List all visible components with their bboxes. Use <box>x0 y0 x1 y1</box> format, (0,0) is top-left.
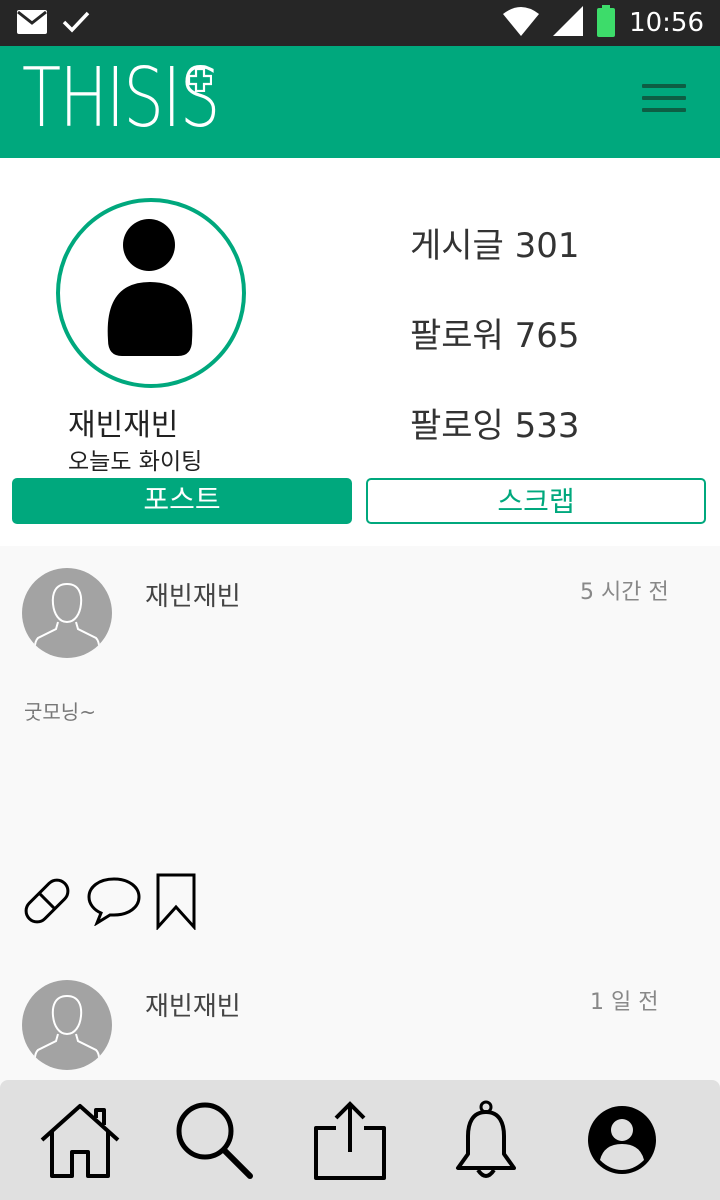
tab-scrap[interactable]: 스크랩 <box>366 478 706 524</box>
app-header: THISIS <box>0 46 720 158</box>
post-time: 1 일 전 <box>590 990 659 1015</box>
signal-icon <box>553 6 584 40</box>
bell-icon[interactable] <box>444 1098 528 1182</box>
wifi-icon <box>503 6 540 40</box>
user-avatar[interactable] <box>22 980 112 1070</box>
feed-post: 재빈재빈 5 시간 전 굿모닝~ <box>0 546 720 966</box>
feed-post: 재빈재빈 1 일 전 <box>0 966 720 1080</box>
status-bar: 10:56 <box>0 0 720 46</box>
search-icon[interactable] <box>172 1098 256 1182</box>
mail-icon <box>16 9 48 39</box>
bookmark-icon[interactable] <box>154 872 198 934</box>
tab-post[interactable]: 포스트 <box>12 478 352 524</box>
battery-icon <box>597 5 616 41</box>
share-icon[interactable] <box>308 1098 392 1182</box>
user-avatar[interactable] <box>22 568 112 658</box>
post-actions <box>20 872 198 934</box>
clock: 10:56 <box>629 8 704 38</box>
post-time: 5 시간 전 <box>580 580 669 605</box>
pill-icon[interactable] <box>20 874 74 932</box>
stat-followers[interactable]: 팔로워 765 <box>410 308 580 357</box>
person-outline-icon <box>33 994 101 1065</box>
comment-icon[interactable] <box>86 876 142 930</box>
home-icon[interactable] <box>38 1098 122 1182</box>
check-icon <box>62 10 90 38</box>
stat-following[interactable]: 팔로잉 533 <box>410 398 580 447</box>
post-username[interactable]: 재빈재빈 <box>145 576 241 613</box>
post-text: 굿모닝~ <box>24 700 96 724</box>
hamburger-icon[interactable] <box>642 84 686 114</box>
plus-icon <box>187 67 213 96</box>
profile-avatar[interactable] <box>56 198 246 388</box>
profile-status: 오늘도 화이팅 <box>68 449 203 475</box>
profile-section: 재빈재빈 오늘도 화이팅 게시글 301 팔로워 765 팔로잉 533 포스트… <box>0 158 720 546</box>
profile-name: 재빈재빈 <box>68 408 179 443</box>
profile-icon[interactable] <box>580 1098 664 1182</box>
person-outline-icon <box>33 582 101 653</box>
post-username[interactable]: 재빈재빈 <box>145 986 241 1023</box>
stat-posts[interactable]: 게시글 301 <box>410 218 580 267</box>
bottom-nav <box>0 1080 720 1200</box>
person-icon <box>107 219 193 356</box>
